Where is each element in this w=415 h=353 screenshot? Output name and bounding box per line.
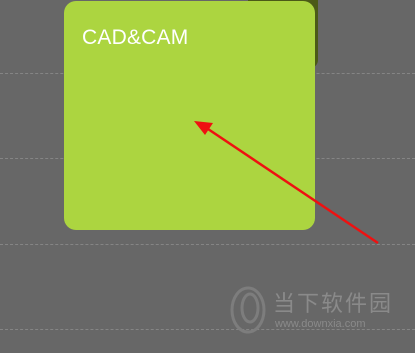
downxia-logo-icon — [230, 286, 266, 334]
watermark-site-name: 当下软件园 — [273, 292, 394, 317]
watermark: 当下软件园 www.downxia.com — [228, 286, 403, 336]
watermark-url: www.downxia.com — [275, 318, 366, 330]
